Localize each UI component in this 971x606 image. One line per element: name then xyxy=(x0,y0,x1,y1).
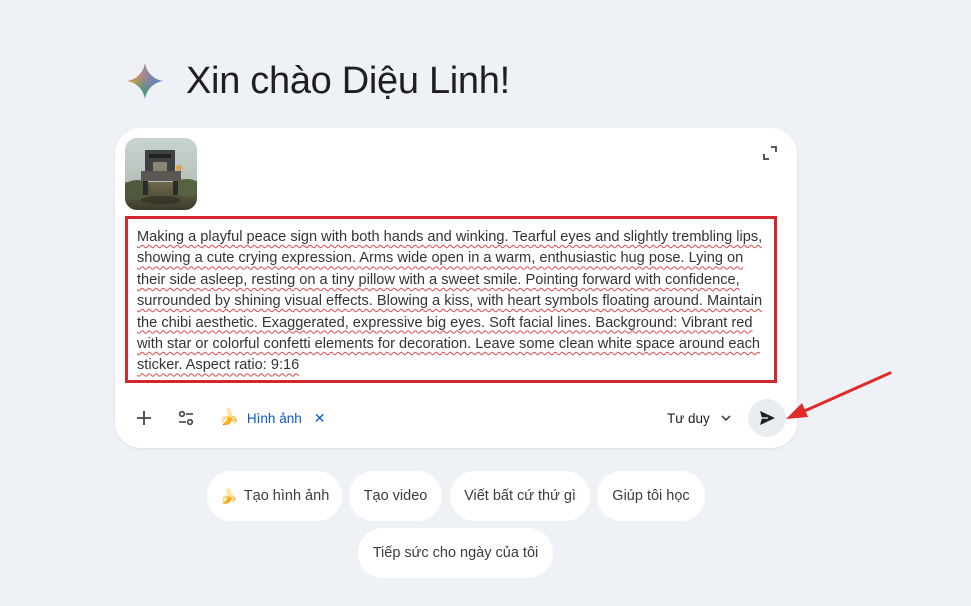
banana-icon: 🍌 xyxy=(219,488,238,505)
mode-label: Tư duy xyxy=(667,410,710,426)
suggestion-create-image[interactable]: 🍌 Tạo hình ảnh xyxy=(207,471,342,521)
suggestion-label: Tiếp sức cho ngày của tôi xyxy=(372,545,539,561)
image-tool-label: Hình ảnh xyxy=(246,410,302,426)
suggestion-label: Tạo video xyxy=(363,488,428,504)
banana-icon: 🍌 xyxy=(219,409,239,426)
image-tool-chip[interactable]: 🍌 Hình ảnh ✕ xyxy=(219,405,325,431)
chevron-down-icon xyxy=(721,415,731,422)
gemini-spark-icon xyxy=(126,62,164,100)
gemini-home: Xin chào Diệu Linh! Making a playful pea… xyxy=(0,0,971,606)
send-icon xyxy=(760,411,775,425)
input-toolbar: 🍌 Hình ảnh ✕ Tư duy xyxy=(115,398,797,438)
suggestion-label: Tạo hình ảnh xyxy=(243,488,330,504)
suggestion-label: Viết bất cứ thứ gì xyxy=(464,488,576,504)
tools-button[interactable] xyxy=(168,400,204,436)
suggestion-create-video[interactable]: Tạo video xyxy=(349,471,442,521)
mode-dropdown[interactable]: Tư duy xyxy=(667,406,732,430)
greeting-title: Xin chào Diệu Linh! xyxy=(186,60,510,102)
suggestion-boost-my-day[interactable]: Tiếp sức cho ngày của tôi xyxy=(358,528,553,578)
close-icon[interactable]: ✕ xyxy=(314,410,326,427)
prompt-input[interactable]: Making a playful peace sign with both ha… xyxy=(125,216,777,383)
expand-icon[interactable] xyxy=(761,144,779,162)
annotation-arrow xyxy=(786,371,892,419)
suggestion-label: Giúp tôi học xyxy=(612,488,690,504)
greeting: Xin chào Diệu Linh! xyxy=(126,56,510,106)
prompt-text: Making a playful peace sign with both ha… xyxy=(137,229,763,374)
plus-icon xyxy=(137,411,151,425)
tune-icon xyxy=(178,410,194,426)
suggestion-help-me-learn[interactable]: Giúp tôi học xyxy=(597,471,705,521)
suggestion-write-anything[interactable]: Viết bất cứ thứ gì xyxy=(450,471,590,521)
image-thumbnail[interactable] xyxy=(125,138,197,210)
add-attachment-button[interactable] xyxy=(126,400,162,436)
prompt-card: Making a playful peace sign with both ha… xyxy=(115,128,797,448)
